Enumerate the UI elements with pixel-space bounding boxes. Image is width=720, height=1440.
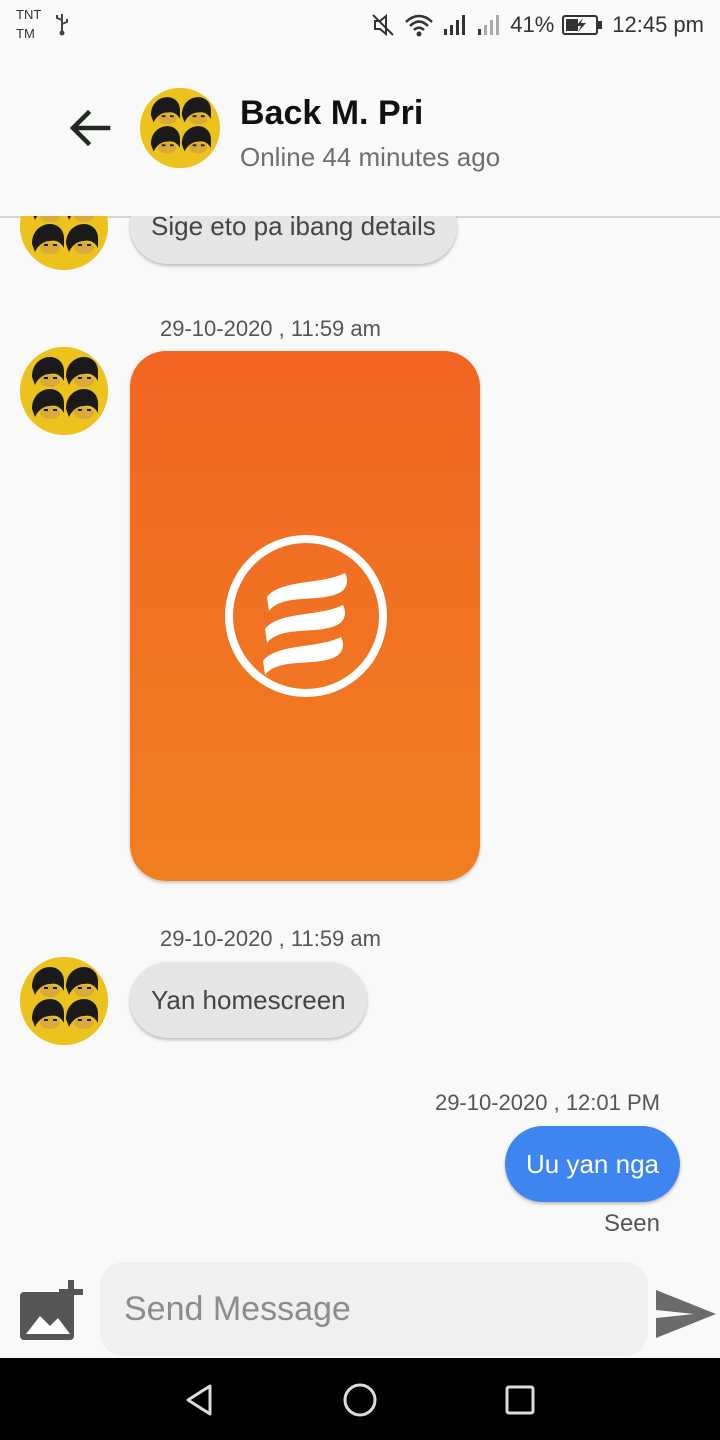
carrier-label: TNT TM <box>16 5 41 43</box>
status-bar: TNT TM 41% 12:45 pm <box>0 0 720 48</box>
contact-avatar[interactable] <box>140 88 220 168</box>
read-receipt: Seen <box>603 1210 660 1237</box>
message-timestamp: 29-10-2020 , 12:01 PM <box>434 1090 660 1115</box>
system-navigation-bar <box>0 1358 720 1440</box>
image-attachment[interactable] <box>130 351 480 881</box>
signal-icon-2 <box>478 15 500 35</box>
back-arrow-icon[interactable] <box>64 102 116 154</box>
carrier-line-2: TM <box>16 26 35 41</box>
signal-icon <box>444 15 466 35</box>
message-text: Yan homescreen <box>151 984 346 1015</box>
sender-avatar <box>20 216 108 270</box>
usb-icon <box>56 14 68 36</box>
wifi-icon <box>405 14 434 37</box>
add-image-icon[interactable] <box>18 1278 86 1342</box>
contact-name[interactable]: Back M. Pri <box>240 94 423 133</box>
message-input[interactable] <box>100 1262 648 1356</box>
message-text: Uu yan nga <box>526 1148 659 1179</box>
message-bubble[interactable]: Yan homescreen <box>130 962 367 1038</box>
contact-status: Online 44 minutes ago <box>240 142 501 172</box>
nav-home-icon[interactable] <box>340 1380 380 1420</box>
sender-avatar <box>20 347 108 435</box>
nav-back-icon[interactable] <box>180 1380 220 1420</box>
outgoing-message-bubble[interactable]: Uu yan nga <box>505 1126 680 1202</box>
nav-recents-icon[interactable] <box>500 1380 540 1420</box>
message-timestamp: 29-10-2020 , 11:59 am <box>160 316 381 341</box>
send-icon[interactable] <box>654 1286 718 1342</box>
battery-percent: 41% <box>510 12 555 37</box>
message-timestamp: 29-10-2020 , 11:59 am <box>160 926 381 951</box>
chat-header: Back M. Pri Online 44 minutes ago <box>0 48 720 218</box>
carrier-line-1: TNT <box>16 7 42 22</box>
sender-avatar <box>20 957 108 1045</box>
mute-icon <box>372 13 394 37</box>
message-bubble[interactable]: Sige eto pa ibang details <box>130 216 457 264</box>
app-logo-icon <box>225 535 387 697</box>
message-list[interactable]: Sige eto pa ibang details 29-10-2020 , 1… <box>0 216 720 1260</box>
clock: 12:45 pm <box>612 12 704 37</box>
battery-charging-icon <box>562 15 603 35</box>
message-text: Sige eto pa ibang details <box>151 216 436 241</box>
message-composer <box>0 1260 720 1358</box>
